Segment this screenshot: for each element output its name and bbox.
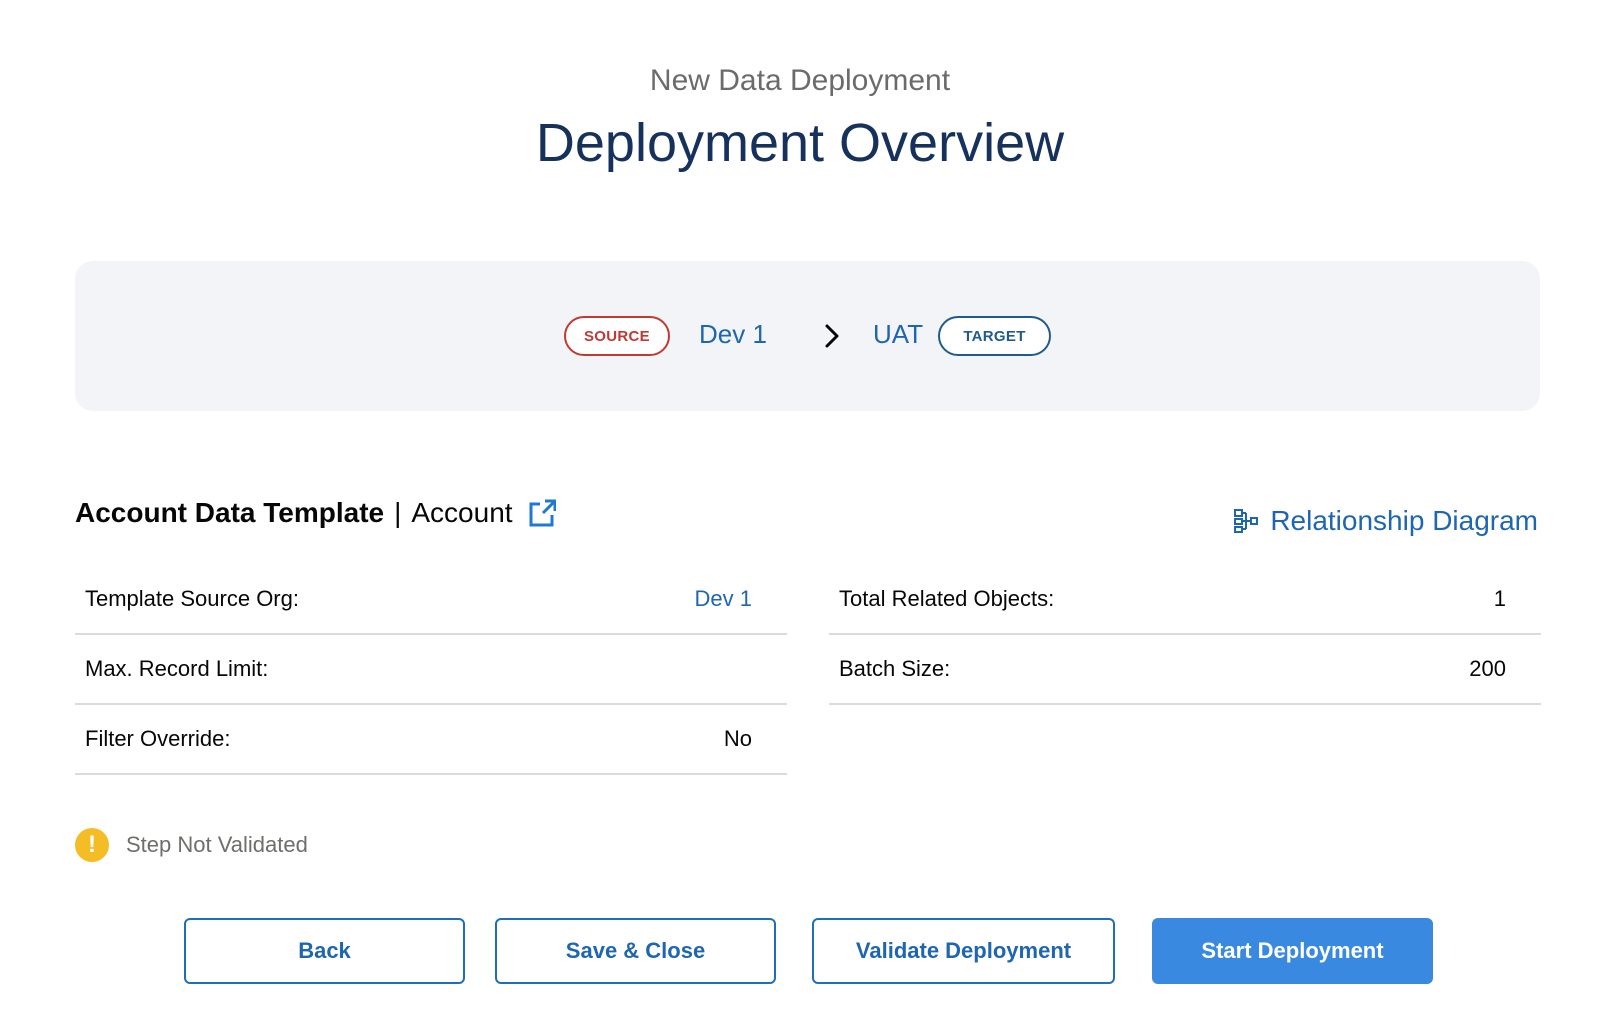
template-name: Account Data Template — [75, 497, 385, 528]
page-title: Deployment Overview — [535, 113, 1065, 173]
external-link-icon[interactable] — [528, 498, 556, 528]
back-button[interactable]: Back — [184, 918, 465, 984]
relationship-diagram-label: Relationship Diagram — [1270, 505, 1538, 536]
detail-label: Filter Override: — [85, 726, 231, 751]
details-right-column: Total Related Objects: 1 Batch Size: 200 — [829, 565, 1541, 705]
validate-deployment-button[interactable]: Validate Deployment — [812, 918, 1115, 984]
page-subtitle: New Data Deployment — [649, 64, 951, 97]
detail-row-batch-size: Batch Size: 200 — [829, 635, 1541, 705]
detail-label: Max. Record Limit: — [85, 656, 269, 681]
detail-row-template-source-org: Template Source Org: Dev 1 — [75, 565, 787, 635]
detail-label: Batch Size: — [839, 656, 951, 681]
warning-icon: ! — [75, 828, 109, 862]
detail-row-total-related-objects: Total Related Objects: 1 — [829, 565, 1541, 635]
save-close-button[interactable]: Save & Close — [495, 918, 776, 984]
deployment-route-panel: SOURCE Dev 1 UAT TARGET — [75, 261, 1540, 411]
target-badge: TARGET — [938, 316, 1051, 356]
template-separator: | — [394, 497, 402, 528]
source-org-name[interactable]: Dev 1 — [699, 319, 767, 350]
relationship-diagram-link[interactable]: Relationship Diagram — [1234, 505, 1538, 537]
details-left-column: Template Source Org: Dev 1 Max. Record L… — [75, 565, 787, 775]
detail-label: Total Related Objects: — [839, 586, 1055, 611]
detail-value: No — [723, 726, 752, 751]
detail-value: 200 — [1469, 656, 1506, 681]
start-deployment-button[interactable]: Start Deployment — [1152, 918, 1433, 984]
detail-label: Template Source Org: — [85, 586, 299, 611]
detail-value: 1 — [1493, 586, 1506, 611]
hierarchy-icon — [1234, 509, 1259, 533]
validation-status-text: Step Not Validated — [126, 832, 308, 857]
chevron-right-icon — [825, 324, 839, 348]
target-org-name[interactable]: UAT — [873, 319, 923, 350]
detail-row-max-record-limit: Max. Record Limit: — [75, 635, 787, 705]
template-header: Account Data Template | Account — [75, 497, 556, 529]
template-object: Account — [411, 497, 513, 528]
validation-status: ! Step Not Validated — [75, 828, 308, 862]
source-badge: SOURCE — [564, 316, 670, 356]
template-source-org-link[interactable]: Dev 1 — [695, 586, 752, 612]
detail-row-filter-override: Filter Override: No — [75, 705, 787, 775]
